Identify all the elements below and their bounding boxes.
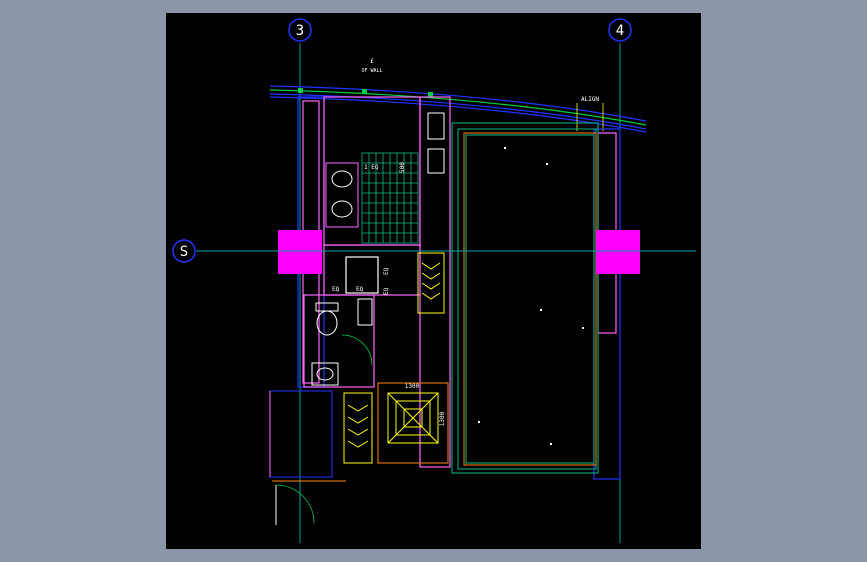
- wardrobe-hangers: [417, 252, 445, 314]
- grid-label-4: 4: [616, 23, 624, 39]
- grid-bubble-s: S: [172, 239, 196, 263]
- wc-basin: [311, 362, 339, 386]
- entry-lobby: [377, 382, 449, 464]
- wall-note-text: OF WALL: [361, 68, 382, 74]
- entry-door: [272, 480, 346, 525]
- column-right: [596, 230, 640, 274]
- grid-label-3: 3: [296, 23, 304, 39]
- closet-upper: [427, 112, 445, 174]
- lower-wardrobe: [343, 392, 373, 464]
- grid-bubble-4: 4: [608, 18, 632, 42]
- column-left: [278, 230, 322, 274]
- dim-eq-vert: EQ: [383, 267, 390, 275]
- cad-viewport[interactable]: 3 4 S £ OF WALL ALIGN 1 EQ 500 EQ EQ EQ …: [166, 13, 701, 549]
- dim-1300-vertical: 1300: [439, 411, 446, 426]
- wc-room: [303, 294, 375, 388]
- grid-bubble-3: 3: [288, 18, 312, 42]
- dim-500: 500: [399, 162, 406, 173]
- grid-lines: [196, 43, 696, 543]
- bathroom-walls: [323, 96, 451, 468]
- grid-label-s: S: [180, 244, 188, 260]
- bedroom-ceiling: [451, 122, 599, 474]
- align-note: ALIGN: [581, 96, 599, 103]
- reference-points: [478, 147, 584, 445]
- vanity: [325, 162, 359, 228]
- floor-plan-drawing: 3 4 S £ OF WALL ALIGN 1 EQ 500 EQ EQ EQ …: [172, 18, 696, 543]
- dim-eq-1: 1 EQ: [364, 164, 379, 171]
- dim-eq-c: EQ: [383, 287, 390, 295]
- dim-eq-b: EQ: [356, 286, 364, 293]
- curved-facade-wall: [269, 85, 647, 133]
- dim-1300-horizontal: 1300: [405, 383, 420, 390]
- lower-left-walls: [269, 390, 333, 478]
- wall-note-symbol: £: [370, 58, 374, 65]
- wc-door-swing: [341, 334, 373, 366]
- dim-eq-a: EQ: [332, 286, 340, 293]
- wc-cabinet: [357, 298, 373, 326]
